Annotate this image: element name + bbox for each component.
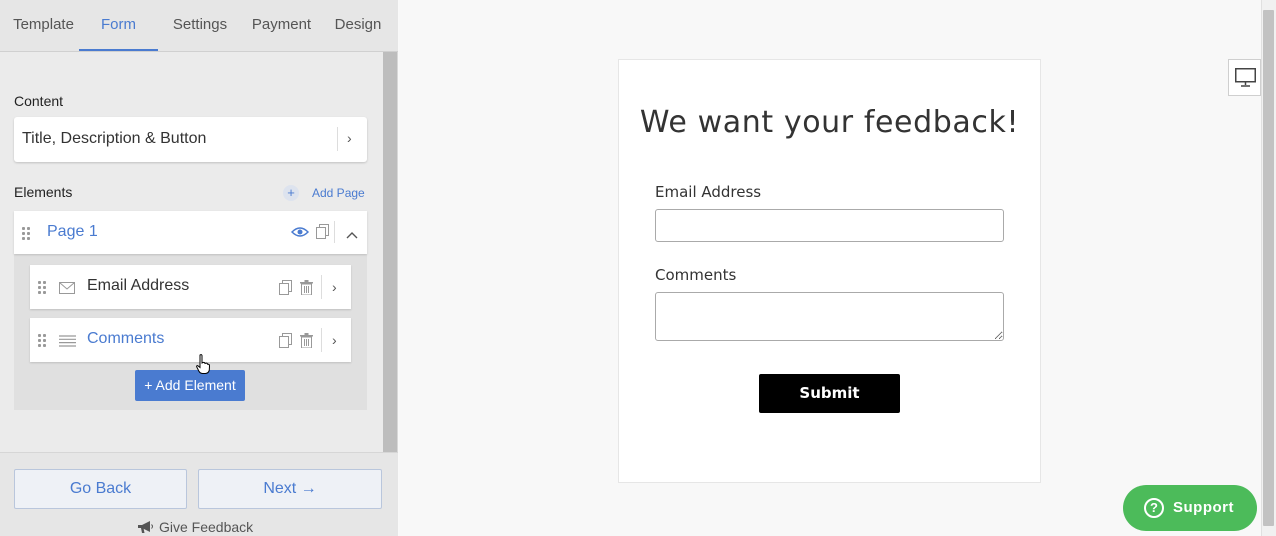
- copy-icon[interactable]: [279, 333, 292, 353]
- divider: [334, 221, 335, 243]
- elements-heading: Elements: [14, 184, 73, 200]
- page-title[interactable]: Page 1: [47, 223, 98, 241]
- divider: [337, 127, 338, 151]
- support-button[interactable]: ? Support: [1123, 485, 1257, 531]
- chevron-right-icon[interactable]: ›: [332, 279, 337, 295]
- email-field[interactable]: [655, 209, 1004, 242]
- trash-icon[interactable]: [300, 333, 313, 353]
- hand-cursor-icon: [196, 354, 210, 374]
- footer-bar: Go Back Next → Give Feedback: [0, 452, 398, 536]
- monitor-icon: [1235, 68, 1256, 87]
- plus-circle-icon: +: [283, 185, 299, 201]
- drag-handle-icon[interactable]: [38, 281, 46, 294]
- question-icon: ?: [1144, 498, 1164, 518]
- tab-template[interactable]: Template: [0, 0, 87, 51]
- give-feedback-link[interactable]: Give Feedback: [137, 519, 253, 535]
- element-label: Email Address: [87, 277, 190, 294]
- chevron-right-icon[interactable]: ›: [332, 332, 337, 348]
- drag-handle-icon[interactable]: [22, 227, 30, 240]
- comments-field[interactable]: [655, 292, 1004, 341]
- chevron-right-icon: ›: [347, 130, 352, 146]
- comments-field-label: Comments: [655, 266, 737, 284]
- envelope-icon: [59, 281, 75, 299]
- support-label: Support: [1173, 499, 1234, 516]
- desktop-view-toggle[interactable]: [1228, 59, 1261, 96]
- tab-bar: Template Form Settings Payment Design: [0, 0, 398, 52]
- content-heading: Content: [14, 93, 64, 109]
- content-title-description-card[interactable]: Title, Description & Button ›: [14, 117, 367, 162]
- form-title: We want your feedback!: [639, 105, 1020, 140]
- copy-icon[interactable]: [316, 224, 329, 244]
- tab-payment[interactable]: Payment: [248, 0, 315, 51]
- element-comments[interactable]: Comments ›: [30, 318, 351, 362]
- give-feedback-label: Give Feedback: [159, 519, 254, 535]
- paragraph-lines-icon: [59, 334, 76, 352]
- copy-icon[interactable]: [279, 280, 292, 300]
- megaphone-icon: [138, 521, 153, 533]
- element-email-address[interactable]: Email Address ›: [30, 265, 351, 309]
- trash-icon[interactable]: [300, 280, 313, 300]
- page-1-header[interactable]: Page 1: [14, 211, 367, 254]
- next-button[interactable]: Next →: [198, 469, 382, 509]
- drag-handle-icon[interactable]: [38, 334, 46, 347]
- go-back-button[interactable]: Go Back: [14, 469, 187, 509]
- tab-design[interactable]: Design: [330, 0, 386, 51]
- add-element-button[interactable]: + Add Element: [135, 370, 245, 401]
- preview-scrollbar-thumb[interactable]: [1263, 10, 1274, 526]
- divider: [321, 328, 322, 352]
- email-field-label: Email Address: [655, 183, 762, 201]
- content-card-label: Title, Description & Button: [22, 130, 207, 147]
- tab-settings[interactable]: Settings: [165, 0, 235, 51]
- divider: [321, 275, 322, 299]
- add-page-label: Add Page: [312, 186, 365, 200]
- panel-scrollbar[interactable]: [383, 52, 397, 452]
- chevron-up-icon[interactable]: [346, 226, 358, 244]
- eye-icon[interactable]: [290, 225, 310, 244]
- element-label: Comments: [87, 330, 165, 347]
- builder-panel: Template Form Settings Payment Design Co…: [0, 0, 398, 536]
- tab-form[interactable]: Form: [79, 0, 158, 51]
- submit-feedback-button[interactable]: Submit Feedback: [759, 374, 900, 441]
